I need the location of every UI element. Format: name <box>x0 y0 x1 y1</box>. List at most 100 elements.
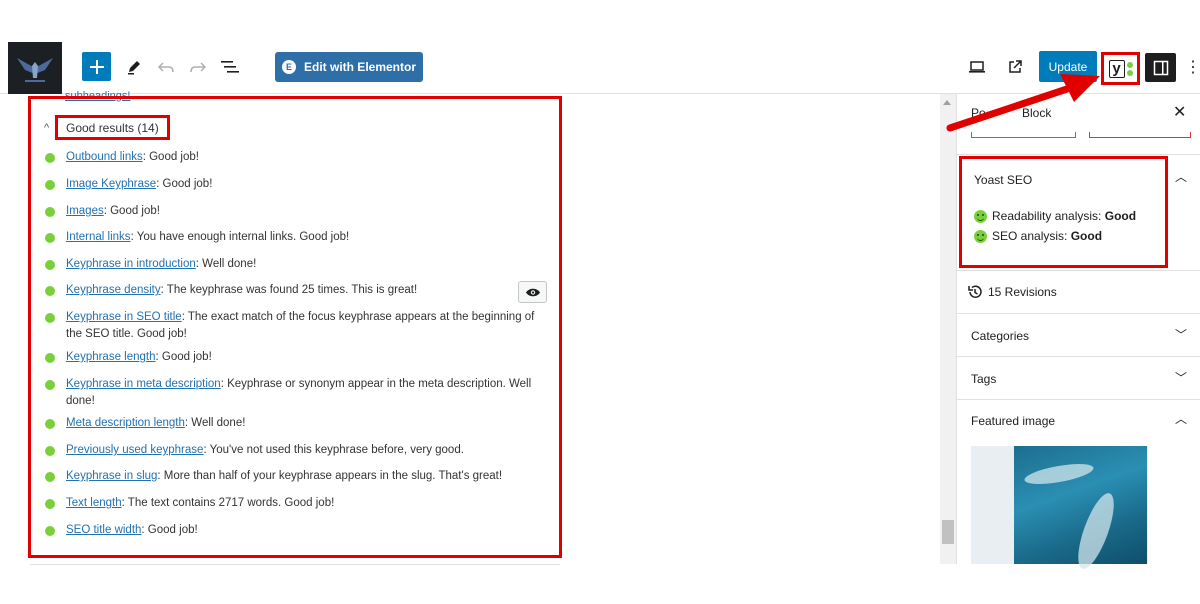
result-item: Internal links: You have enough internal… <box>44 229 539 246</box>
featured-image-photo <box>1014 446 1147 573</box>
preview-button[interactable] <box>963 53 991 81</box>
result-link[interactable]: Keyphrase in slug <box>66 470 157 482</box>
sidebar-toggle-icon <box>1153 60 1168 75</box>
tab-panel-edge <box>1089 132 1191 138</box>
result-text: : Good job! <box>103 205 160 217</box>
readability-label: Readability analysis: <box>992 209 1105 223</box>
result-item: Keyphrase density: The keyphrase was fou… <box>44 282 539 299</box>
result-item: Previously used keyphrase: You've not us… <box>44 442 539 459</box>
tab-post[interactable]: Po <box>971 106 986 120</box>
edit-with-elementor-button[interactable]: E Edit with Elementor <box>275 52 423 82</box>
whale-shark-shape <box>1071 489 1121 573</box>
settings-sidebar: Po Block ✕ Yoast SEO Readability analysi… <box>956 94 1200 573</box>
close-sidebar-icon[interactable]: ✕ <box>1173 102 1186 122</box>
revisions-label: 15 Revisions <box>988 285 1057 299</box>
result-link[interactable]: Keyphrase density <box>66 284 161 296</box>
result-link[interactable]: Keyphrase length <box>66 351 156 363</box>
seo-analysis-label: SEO analysis: <box>992 229 1071 243</box>
yoast-seo-toggle-button[interactable]: y <box>1101 52 1140 85</box>
result-text: : Well done! <box>184 417 246 429</box>
result-text: : Well done! <box>195 258 257 270</box>
chevron-down-icon[interactable]: ﹀ <box>1175 326 1187 343</box>
yoast-score-dots-icon <box>1126 61 1133 76</box>
result-text: : Good job! <box>142 151 199 163</box>
result-text: : Good job! <box>155 351 212 363</box>
good-results-label: Good results (14) <box>66 120 159 135</box>
result-link[interactable]: Keyphrase in meta description <box>66 378 221 390</box>
result-item: Keyphrase in slug: More than half of you… <box>44 468 539 485</box>
result-link[interactable]: Keyphrase in SEO title <box>66 311 182 323</box>
tab-block[interactable]: Block <box>1022 106 1051 120</box>
settings-sidebar-button[interactable] <box>1145 53 1176 82</box>
elementor-icon: E <box>281 60 296 74</box>
result-item: Outbound links: Good job! <box>44 149 539 166</box>
tools-button[interactable] <box>120 53 148 81</box>
result-link[interactable]: Keyphrase in introduction <box>66 258 196 270</box>
site-logo[interactable] <box>8 42 62 94</box>
good-status-dot-icon <box>45 260 55 270</box>
good-status-dot-icon <box>45 153 55 163</box>
redo-button[interactable] <box>184 53 212 81</box>
divider <box>957 270 1200 271</box>
content-scrollbar[interactable] <box>940 94 956 564</box>
chevron-up-icon[interactable]: ︿ <box>1175 410 1187 427</box>
good-results-toggle[interactable]: Good results (14) <box>55 115 170 140</box>
scrollbar-thumb[interactable] <box>942 520 954 544</box>
external-link-icon <box>1009 60 1022 73</box>
undo-button[interactable] <box>152 53 180 81</box>
result-link[interactable]: Image Keyphrase <box>66 178 156 190</box>
result-link[interactable]: Images <box>66 205 104 217</box>
plus-icon <box>89 59 104 74</box>
history-icon <box>968 285 982 298</box>
eye-icon <box>525 288 540 296</box>
divider <box>957 154 1200 155</box>
categories-panel-toggle[interactable]: Categories <box>971 329 1029 343</box>
result-item: Text length: The text contains 2717 word… <box>44 495 539 512</box>
good-status-dot-icon <box>45 353 55 363</box>
featured-image-panel-toggle[interactable]: Featured image <box>971 414 1055 428</box>
readability-analysis-row[interactable]: Readability analysis: Good <box>974 209 1136 223</box>
options-menu-button[interactable]: ⋮ <box>1185 56 1200 78</box>
mark-text-button[interactable] <box>518 281 547 303</box>
view-post-button[interactable] <box>1001 53 1029 81</box>
tags-panel-toggle[interactable]: Tags <box>971 372 996 386</box>
good-status-dot-icon <box>45 207 55 217</box>
result-link[interactable]: Previously used keyphrase <box>66 444 203 456</box>
divider <box>957 313 1200 314</box>
result-item: SEO title width: Good job! <box>44 522 539 539</box>
collapse-chevron-icon[interactable]: ^ <box>44 122 49 134</box>
undo-icon <box>157 62 174 73</box>
result-link[interactable]: Text length <box>66 497 122 509</box>
yoast-seo-title[interactable]: Yoast SEO <box>974 173 1032 187</box>
good-status-dot-icon <box>45 526 55 536</box>
divider <box>30 564 560 565</box>
result-link[interactable]: Meta description length <box>66 417 185 429</box>
result-text: : More than half of your keyphrase appea… <box>157 470 503 482</box>
list-view-icon <box>221 61 239 73</box>
good-status-dot-icon <box>45 419 55 429</box>
featured-image[interactable] <box>971 446 1148 573</box>
divider <box>957 399 1200 400</box>
result-item: Keyphrase in SEO title: The exact match … <box>44 309 539 343</box>
block-editor: E Edit with Elementor Update y ⋮ subhead… <box>0 0 1200 604</box>
scroll-up-arrow-icon[interactable] <box>943 100 951 105</box>
good-status-dot-icon <box>45 446 55 456</box>
yoast-icon: y <box>1108 59 1125 78</box>
eagle-logo-icon <box>17 58 53 82</box>
elementor-button-label: Edit with Elementor <box>303 60 416 74</box>
add-block-button[interactable] <box>82 52 111 81</box>
result-link[interactable]: Internal links <box>66 231 131 243</box>
result-link[interactable]: SEO title width <box>66 524 141 536</box>
result-link[interactable]: Outbound links <box>66 151 143 163</box>
result-item: Keyphrase in meta description: Keyphrase… <box>44 376 539 410</box>
result-item: Image Keyphrase: Good job! <box>44 176 539 193</box>
revisions-link[interactable]: 15 Revisions <box>967 284 1057 300</box>
chevron-down-icon[interactable]: ﹀ <box>1175 369 1187 386</box>
update-button[interactable]: Update <box>1039 51 1097 82</box>
result-text: : Good job! <box>141 524 198 536</box>
chevron-up-icon[interactable]: ︿ <box>1175 168 1187 185</box>
list-view-button[interactable] <box>216 53 244 81</box>
seo-analysis-row[interactable]: SEO analysis: Good <box>974 229 1102 243</box>
redo-icon <box>190 62 207 73</box>
good-status-dot-icon <box>45 380 55 390</box>
